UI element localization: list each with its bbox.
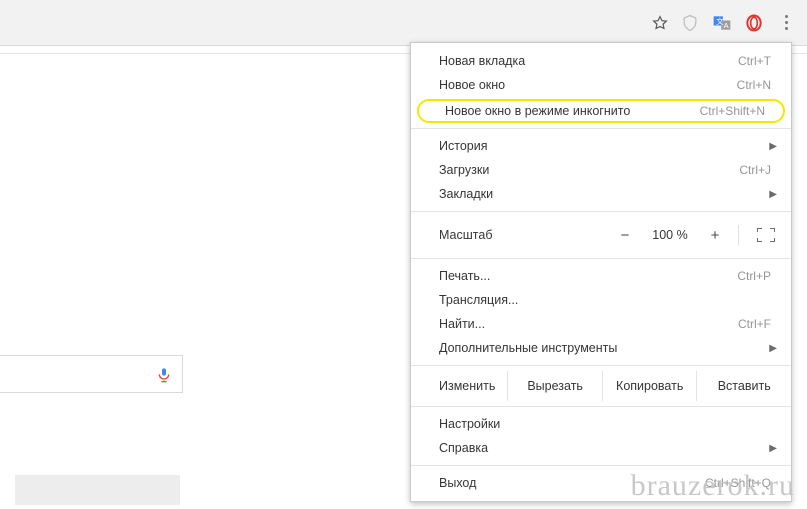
menu-item-find[interactable]: Найти... Ctrl+F (411, 312, 791, 336)
menu-separator (411, 406, 791, 407)
menu-shortcut: Ctrl+T (738, 54, 771, 68)
edit-copy-button[interactable]: Копировать (602, 371, 697, 401)
menu-shortcut: Ctrl+N (737, 78, 771, 92)
zoom-label: Масштаб (439, 228, 606, 242)
menu-label: История (439, 139, 487, 153)
menu-label: Печать... (439, 269, 490, 283)
menu-separator (411, 465, 791, 466)
menu-item-cast[interactable]: Трансляция... (411, 288, 791, 312)
menu-shortcut: Ctrl+P (737, 269, 771, 283)
menu-label: Найти... (439, 317, 485, 331)
chrome-main-menu: Новая вкладка Ctrl+T Новое окно Ctrl+N Н… (410, 42, 792, 502)
menu-item-help[interactable]: Справка ▶ (411, 436, 791, 460)
menu-item-zoom: Масштаб − 100 % + (411, 217, 791, 253)
browser-toolbar: 文A (0, 0, 807, 46)
menu-separator (411, 258, 791, 259)
menu-item-edit: Изменить Вырезать Копировать Вставить (411, 371, 791, 401)
menu-label: Закладки (439, 187, 493, 201)
menu-item-bookmarks[interactable]: Закладки ▶ (411, 182, 791, 206)
menu-shortcut: Ctrl+J (739, 163, 771, 177)
menu-item-settings[interactable]: Настройки (411, 412, 791, 436)
menu-label: Справка (439, 441, 488, 455)
menu-separator (411, 128, 791, 129)
microphone-icon[interactable] (156, 364, 170, 384)
menu-item-more-tools[interactable]: Дополнительные инструменты ▶ (411, 336, 791, 360)
edit-cut-button[interactable]: Вырезать (507, 371, 602, 401)
submenu-arrow-icon: ▶ (769, 343, 777, 354)
fullscreen-icon[interactable] (757, 228, 775, 242)
zoom-value: 100 % (644, 228, 696, 242)
submenu-arrow-icon: ▶ (769, 443, 777, 454)
translate-icon[interactable]: 文A (711, 12, 733, 34)
menu-item-new-tab[interactable]: Новая вкладка Ctrl+T (411, 49, 791, 73)
menu-item-print[interactable]: Печать... Ctrl+P (411, 264, 791, 288)
svg-text:A: A (724, 21, 729, 30)
menu-label: Новое окно в режиме инкогнито (445, 104, 630, 118)
menu-label: Новое окно (439, 78, 505, 92)
menu-shortcut: Ctrl+Shift+Q (705, 476, 771, 490)
edit-label: Изменить (411, 371, 507, 401)
opera-icon[interactable] (743, 12, 765, 34)
menu-label: Новая вкладка (439, 54, 525, 68)
edit-paste-button[interactable]: Вставить (696, 371, 791, 401)
menu-item-exit[interactable]: Выход Ctrl+Shift+Q (411, 471, 791, 495)
shield-icon[interactable] (679, 12, 701, 34)
search-input[interactable] (0, 355, 183, 393)
divider (738, 225, 739, 245)
menu-item-new-window[interactable]: Новое окно Ctrl+N (411, 73, 791, 97)
submenu-arrow-icon: ▶ (769, 189, 777, 200)
menu-separator (411, 365, 791, 366)
menu-shortcut: Ctrl+F (738, 317, 771, 331)
menu-item-downloads[interactable]: Загрузки Ctrl+J (411, 158, 791, 182)
menu-label: Трансляция... (439, 293, 518, 307)
bookmark-star-icon[interactable] (651, 14, 669, 32)
menu-label: Загрузки (439, 163, 489, 177)
zoom-out-button[interactable]: − (606, 227, 644, 244)
menu-label: Настройки (439, 417, 500, 431)
submenu-arrow-icon: ▶ (769, 141, 777, 152)
thumbnail-placeholder (15, 475, 180, 505)
menu-label: Дополнительные инструменты (439, 341, 617, 355)
menu-separator (411, 211, 791, 212)
menu-item-history[interactable]: История ▶ (411, 134, 791, 158)
menu-button[interactable] (775, 8, 797, 38)
zoom-in-button[interactable]: + (696, 227, 734, 244)
menu-shortcut: Ctrl+Shift+N (700, 104, 765, 118)
menu-label: Выход (439, 476, 476, 490)
menu-item-incognito[interactable]: Новое окно в режиме инкогнито Ctrl+Shift… (417, 99, 785, 123)
